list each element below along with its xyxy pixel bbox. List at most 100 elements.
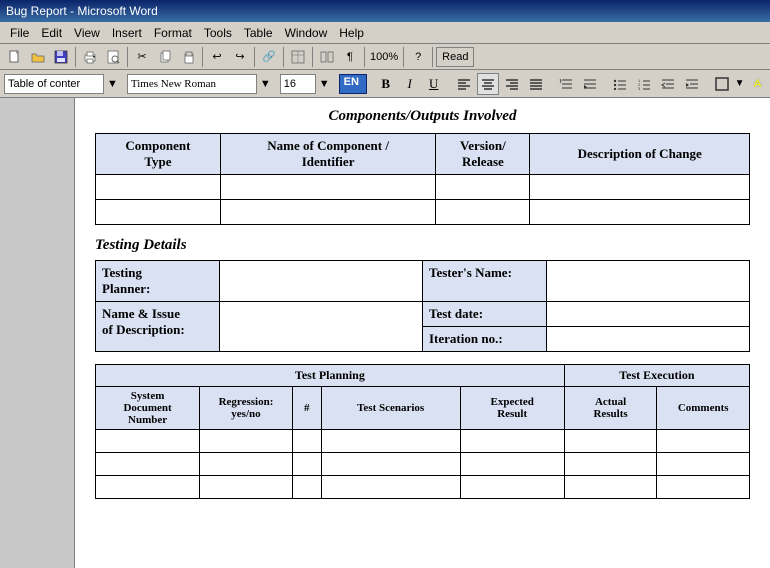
- cell[interactable]: [321, 476, 460, 499]
- cut-button[interactable]: ✂: [131, 46, 153, 68]
- menu-edit[interactable]: Edit: [35, 25, 68, 41]
- cell[interactable]: [460, 453, 564, 476]
- new-button[interactable]: [4, 46, 26, 68]
- name-issue-value[interactable]: [220, 302, 423, 352]
- hyperlink-button[interactable]: 🔗: [258, 46, 280, 68]
- menu-table[interactable]: Table: [238, 25, 279, 41]
- decrease-indent-button[interactable]: [657, 73, 679, 95]
- border-dropdown[interactable]: ▼: [735, 78, 745, 89]
- print-preview-button[interactable]: [102, 46, 124, 68]
- italic-button[interactable]: I: [399, 73, 421, 95]
- document-area[interactable]: Components/Outputs Involved ComponentTyp…: [75, 98, 770, 568]
- toolbar-separator-9: [432, 47, 433, 67]
- col-comments: Comments: [657, 387, 750, 430]
- cell[interactable]: [436, 175, 530, 200]
- help-button[interactable]: ?: [407, 46, 429, 68]
- test-date-value[interactable]: [547, 302, 750, 327]
- cell[interactable]: [220, 175, 436, 200]
- menu-help[interactable]: Help: [333, 25, 370, 41]
- cell[interactable]: [292, 476, 321, 499]
- testing-planner-value[interactable]: [220, 261, 423, 302]
- col-test-scenarios: Test Scenarios: [321, 387, 460, 430]
- bold-button[interactable]: B: [375, 73, 397, 95]
- line-spacing-button[interactable]: [555, 73, 577, 95]
- cell[interactable]: [564, 453, 657, 476]
- font-dropdown-icon[interactable]: ▼: [260, 78, 271, 90]
- table-row: [96, 430, 750, 453]
- underline-button[interactable]: U: [423, 73, 445, 95]
- numbered-list-button[interactable]: 123: [633, 73, 655, 95]
- menu-insert[interactable]: Insert: [106, 25, 148, 41]
- cell[interactable]: [96, 175, 221, 200]
- cell[interactable]: [564, 476, 657, 499]
- print-button[interactable]: [79, 46, 101, 68]
- cell[interactable]: [657, 453, 750, 476]
- cell[interactable]: [564, 430, 657, 453]
- cell[interactable]: [96, 430, 200, 453]
- align-left-button[interactable]: [453, 73, 475, 95]
- redo-button[interactable]: ↪: [229, 46, 251, 68]
- increase-indent-button[interactable]: [681, 73, 703, 95]
- font-size-input[interactable]: 16: [280, 74, 316, 94]
- testers-name-value[interactable]: [547, 261, 750, 302]
- menu-format[interactable]: Format: [148, 25, 198, 41]
- cell[interactable]: [436, 200, 530, 225]
- test-planning-header: Test Planning: [96, 365, 565, 387]
- cell[interactable]: [96, 476, 200, 499]
- left-margin-panel: [0, 98, 75, 568]
- testing-row-1: TestingPlanner: Tester's Name:: [96, 261, 750, 302]
- cell[interactable]: [657, 476, 750, 499]
- iteration-label: Iteration no.:: [422, 327, 546, 352]
- language-indicator[interactable]: EN: [339, 74, 367, 94]
- planning-sub-header-row: SystemDocumentNumber Regression:yes/no #…: [96, 387, 750, 430]
- outside-border-button[interactable]: [711, 73, 733, 95]
- style-dropdown-icon[interactable]: ▼: [107, 78, 118, 90]
- cell[interactable]: [200, 430, 293, 453]
- cell[interactable]: [657, 430, 750, 453]
- cell[interactable]: [460, 430, 564, 453]
- menu-tools[interactable]: Tools: [198, 25, 238, 41]
- bullet-list-button[interactable]: [609, 73, 631, 95]
- title-bar: Bug Report - Microsoft Word: [0, 0, 770, 22]
- col-component-name: Name of Component /Identifier: [220, 134, 436, 175]
- toolbar-separator-4: [254, 47, 255, 67]
- cell[interactable]: [96, 200, 221, 225]
- undo-button[interactable]: ↩: [206, 46, 228, 68]
- cell[interactable]: [96, 453, 200, 476]
- align-justify-button[interactable]: [525, 73, 547, 95]
- table-button[interactable]: [287, 46, 309, 68]
- menu-file[interactable]: File: [4, 25, 35, 41]
- testing-planner-label: TestingPlanner:: [96, 261, 220, 302]
- save-button[interactable]: [50, 46, 72, 68]
- paragraph-button[interactable]: ¶: [339, 46, 361, 68]
- menu-window[interactable]: Window: [279, 25, 334, 41]
- menu-view[interactable]: View: [68, 25, 106, 41]
- align-center-button[interactable]: [477, 73, 499, 95]
- highlight-button[interactable]: A: [747, 73, 769, 95]
- size-dropdown-icon[interactable]: ▼: [319, 78, 330, 90]
- cell[interactable]: [530, 200, 750, 225]
- cell[interactable]: [292, 453, 321, 476]
- cell[interactable]: [200, 453, 293, 476]
- cell[interactable]: [220, 200, 436, 225]
- cell[interactable]: [200, 476, 293, 499]
- paste-button[interactable]: [177, 46, 199, 68]
- style-selector[interactable]: [4, 74, 104, 94]
- font-name-input[interactable]: Times New Roman: [127, 74, 257, 94]
- copy-button[interactable]: [154, 46, 176, 68]
- cell[interactable]: [530, 175, 750, 200]
- cell[interactable]: [321, 430, 460, 453]
- columns-button[interactable]: [316, 46, 338, 68]
- table-row: [96, 200, 750, 225]
- col-expected-result: ExpectedResult: [460, 387, 564, 430]
- cell[interactable]: [460, 476, 564, 499]
- cell[interactable]: [321, 453, 460, 476]
- iteration-value[interactable]: [547, 327, 750, 352]
- align-right-button[interactable]: [501, 73, 523, 95]
- read-button[interactable]: Read: [436, 47, 474, 67]
- open-button[interactable]: [27, 46, 49, 68]
- toolbar-separator-1: [75, 47, 76, 67]
- test-execution-header: Test Execution: [564, 365, 749, 387]
- indent-button[interactable]: [579, 73, 601, 95]
- cell[interactable]: [292, 430, 321, 453]
